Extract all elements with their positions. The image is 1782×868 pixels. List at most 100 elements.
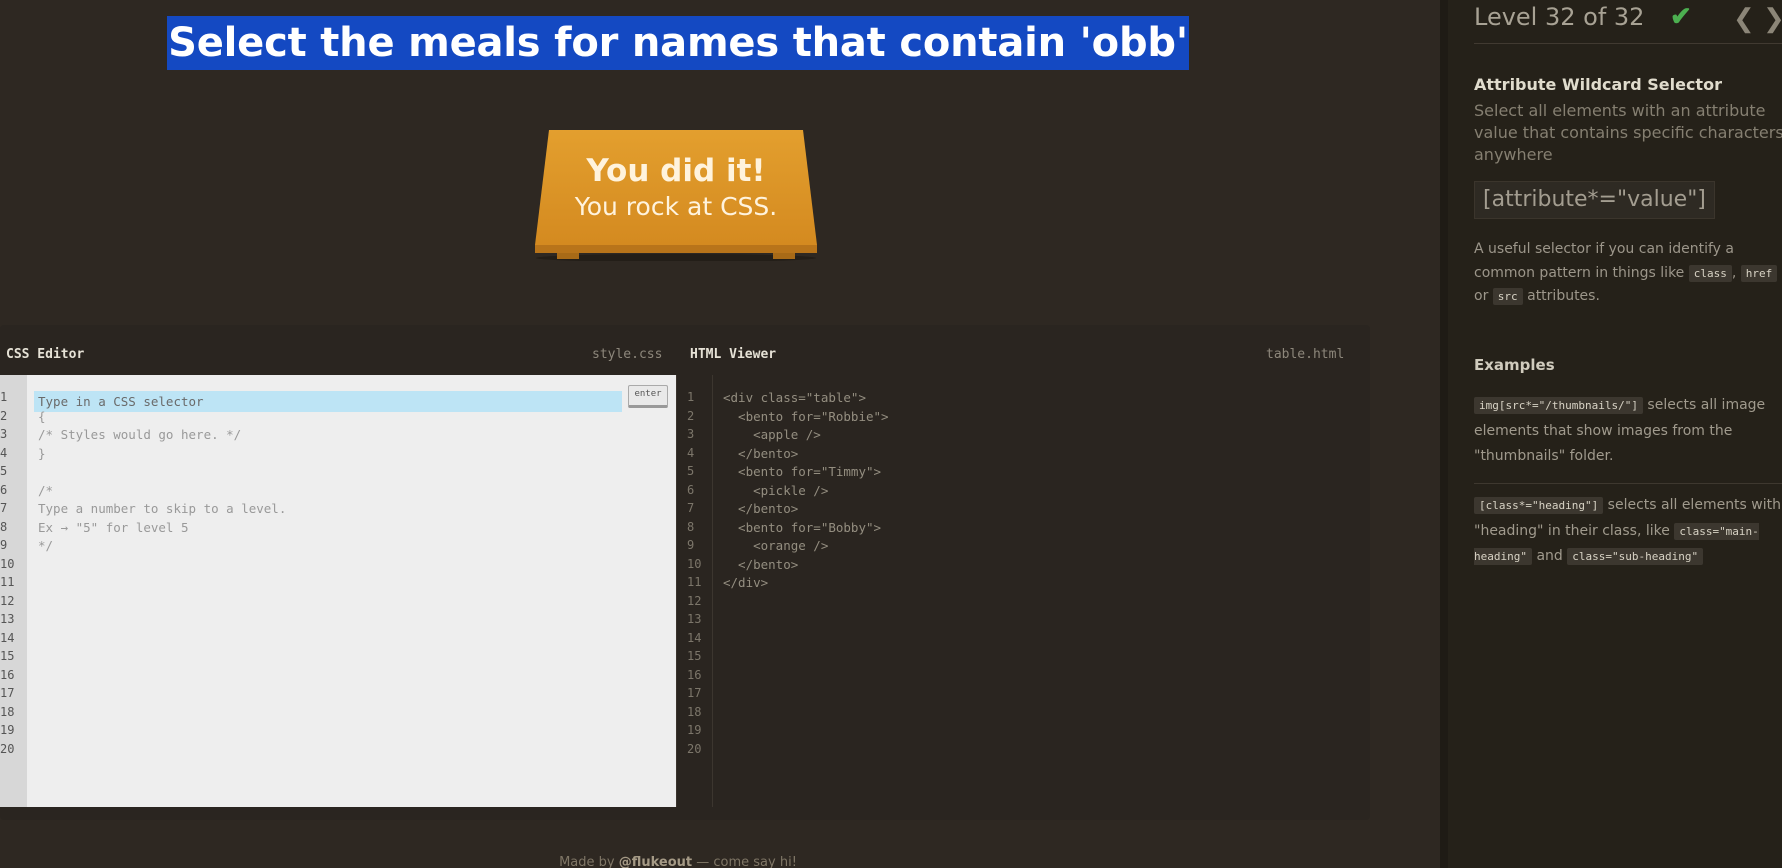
html-code-line: <bento for="Timmy"> bbox=[723, 464, 882, 479]
author-link[interactable]: @flukeout bbox=[619, 855, 692, 868]
html-line-number: 6 bbox=[687, 482, 695, 497]
footer: Made by @flukeout — come say hi! bbox=[0, 855, 1356, 868]
css-code-line: } bbox=[38, 445, 46, 461]
html-code-line: </bento> bbox=[723, 556, 799, 572]
css-line-number: 13 bbox=[0, 612, 15, 626]
sidebar: Level 32 of 32 ✔ ❮ ❯ ☰ Attribute Wildcar… bbox=[1440, 0, 1782, 868]
selector-title: Select all elements with an attribute va… bbox=[1474, 101, 1782, 164]
chevron-right-icon[interactable]: ❯ bbox=[1763, 3, 1782, 34]
level-instruction: Select the meals for names that contain … bbox=[167, 16, 1189, 70]
selector-hint: A useful selector if you can identify a … bbox=[1474, 238, 1782, 309]
hint-code-src: src bbox=[1492, 288, 1523, 305]
html-viewer: 1 2 3 4 5 6 7 8 9 10 11 12 13 14 15 16 17 18 19 20 <div cla… bbox=[676, 375, 1360, 807]
example-2-code-sub: class="sub-heading" bbox=[1567, 548, 1704, 565]
css-selector-input[interactable] bbox=[34, 391, 622, 412]
html-line-gutter: 1 2 3 4 5 6 7 8 9 10 11 12 13 14 15 16 17 18 19 20 bbox=[677, 375, 713, 807]
html-line-number: 4 bbox=[687, 445, 695, 460]
example-1-code: img[src*="/thumbnails/"] bbox=[1474, 397, 1643, 414]
css-line-number: 12 bbox=[0, 593, 15, 608]
html-code-line: </div> bbox=[723, 575, 769, 590]
html-line-number: 20 bbox=[687, 741, 702, 756]
examples-title: Examples bbox=[1474, 356, 1555, 374]
html-code-line: </bento> bbox=[723, 445, 799, 461]
html-line-number: 15 bbox=[687, 649, 702, 663]
html-line-number: 9 bbox=[687, 538, 695, 552]
css-line-number: 10 bbox=[0, 556, 15, 571]
html-line-number: 1 bbox=[687, 390, 695, 404]
css-code-line: Ex → "5" for level 5 bbox=[38, 519, 189, 535]
css-filename: style.css bbox=[592, 347, 663, 362]
html-line-number: 14 bbox=[687, 630, 702, 645]
css-line-number: 7 bbox=[0, 501, 8, 515]
html-line-number: 5 bbox=[687, 464, 695, 478]
css-line-number: 8 bbox=[0, 519, 8, 534]
editor-panel: CSS Editor style.css HTML Viewer table.h… bbox=[0, 325, 1370, 820]
css-line-number: 17 bbox=[0, 686, 15, 700]
hint-code-class: class bbox=[1688, 264, 1732, 282]
css-line-number: 15 bbox=[0, 649, 15, 663]
game-area: Select the meals for names that contain … bbox=[0, 0, 1440, 868]
selector-name: Attribute Wildcard Selector bbox=[1474, 75, 1722, 94]
selector-syntax: [attribute*="value"] bbox=[1474, 181, 1715, 219]
hint-end: attributes. bbox=[1527, 288, 1600, 304]
css-code-line: { bbox=[38, 408, 46, 424]
win-message: You did it! bbox=[586, 153, 766, 189]
html-line-number: 13 bbox=[687, 612, 702, 626]
html-line-number: 8 bbox=[687, 519, 695, 534]
hint-separator: , bbox=[1731, 264, 1737, 281]
css-line-number: 5 bbox=[0, 464, 8, 478]
html-line-number: 18 bbox=[687, 704, 702, 719]
html-line-number: 2 bbox=[687, 408, 695, 423]
html-line-number: 19 bbox=[687, 723, 702, 737]
example-2-and: and bbox=[1536, 548, 1563, 564]
level-title: Level 32 of 32 bbox=[1474, 3, 1645, 31]
css-line-number: 3 bbox=[0, 427, 8, 441]
html-code-line: <div class="table"> bbox=[723, 390, 866, 405]
html-viewer-header: HTML Viewer table.html bbox=[676, 325, 1360, 377]
chevron-left-icon[interactable]: ❮ bbox=[1733, 3, 1755, 34]
css-line-number: 16 bbox=[0, 667, 15, 682]
css-line-number: 11 bbox=[0, 575, 15, 589]
hint-or: or bbox=[1474, 288, 1489, 304]
css-code-line: /* Styles would go here. */ bbox=[38, 427, 242, 442]
example-2-code: [class*="heading"] bbox=[1474, 497, 1604, 514]
css-line-gutter: 1 2 3 4 5 6 7 8 9 10 11 12 13 14 15 16 17 18 19 20 bbox=[0, 375, 27, 807]
css-line-number: 2 bbox=[0, 408, 8, 423]
css-editor-header: CSS Editor style.css bbox=[0, 325, 676, 377]
css-editor-title: CSS Editor bbox=[6, 347, 85, 362]
css-line-number: 4 bbox=[0, 445, 8, 460]
example-divider bbox=[1474, 483, 1782, 484]
css-line-number: 18 bbox=[0, 704, 15, 719]
css-code-line: */ bbox=[38, 538, 54, 553]
css-line-number: 1 bbox=[0, 390, 8, 404]
css-code-line: /* bbox=[38, 482, 54, 498]
example-2: [class*="heading"] selects all elements … bbox=[1474, 493, 1782, 570]
html-code-line: <pickle /> bbox=[723, 482, 829, 498]
html-line-number: 12 bbox=[687, 593, 702, 608]
level-header: Level 32 of 32 ✔ ❮ ❯ ☰ bbox=[1474, 0, 1782, 44]
html-code-line: <bento for="Robbie"> bbox=[723, 408, 889, 424]
html-line-number: 7 bbox=[687, 501, 695, 515]
table: You did it! You rock at CSS. bbox=[535, 130, 817, 261]
html-line-number: 11 bbox=[687, 575, 702, 589]
html-code-line: <orange /> bbox=[723, 538, 829, 553]
enter-button[interactable]: enter bbox=[628, 385, 668, 408]
win-submessage: You rock at CSS. bbox=[574, 192, 778, 221]
example-1: img[src*="/thumbnails/"] selects all ima… bbox=[1474, 393, 1782, 470]
html-line-number: 3 bbox=[687, 427, 695, 441]
css-line-number: 6 bbox=[0, 482, 8, 497]
html-line-number: 10 bbox=[687, 556, 702, 571]
footer-suffix: — come say hi! bbox=[692, 855, 797, 868]
hint-code-href: href bbox=[1740, 264, 1778, 282]
html-filename: table.html bbox=[1266, 347, 1345, 362]
css-line-number: 9 bbox=[0, 538, 8, 552]
html-line-number: 16 bbox=[687, 667, 702, 682]
check-icon: ✔ bbox=[1670, 1, 1692, 31]
css-line-number: 19 bbox=[0, 723, 15, 737]
footer-prefix: Made by bbox=[559, 855, 619, 868]
html-code-line: <apple /> bbox=[723, 427, 821, 442]
html-viewer-title: HTML Viewer bbox=[690, 347, 777, 362]
css-line-number: 14 bbox=[0, 630, 15, 645]
css-line-number: 20 bbox=[0, 741, 15, 756]
css-code-line: Type a number to skip to a level. bbox=[38, 501, 287, 516]
